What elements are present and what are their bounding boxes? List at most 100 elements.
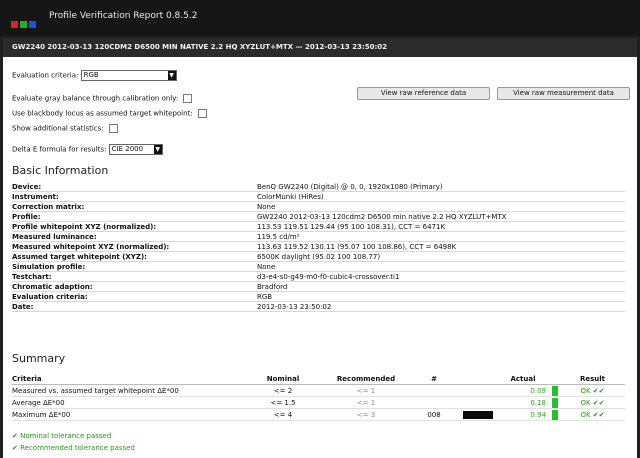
summary-row: Measured vs. assumed target whitepoint Δ…	[12, 384, 625, 397]
info-value: RGB	[257, 291, 625, 302]
gray-balance-checkbox[interactable]	[183, 94, 193, 103]
view-measurement-button[interactable]: View raw measurement data	[497, 87, 630, 100]
evaluation-criteria-value: RGB	[83, 71, 99, 79]
col-nominal: Nominal	[242, 373, 324, 385]
col-recommended: Recommended	[324, 373, 408, 385]
col-actual: Actual	[496, 373, 550, 385]
title-bar: Profile Verification Report 0.8.5.2	[0, 0, 640, 36]
criteria-cell: Average ΔE*00	[12, 396, 242, 409]
col-bar	[550, 373, 560, 385]
app-title: Profile Verification Report 0.8.5.2	[49, 11, 198, 21]
nominal-cell: <= 1.5	[242, 396, 324, 409]
bar-cell	[550, 384, 560, 397]
info-key: Profile:	[12, 211, 257, 222]
bar-cell	[550, 396, 560, 409]
result-cell: OK ✔✔	[560, 408, 625, 421]
col-number: #	[408, 373, 460, 385]
number-cell: 008	[408, 408, 460, 421]
info-row: Chromatic adaption: Bradford	[12, 281, 625, 292]
swatch-cell	[460, 396, 496, 409]
info-row: Device: BenQ GW2240 (Digital) @ 0, 0, 192…	[12, 182, 625, 192]
additional-stats-checkbox[interactable]	[108, 124, 118, 133]
info-row: Profile whitepoint XYZ (normalized): 113.…	[12, 221, 625, 232]
info-row: Measured whitepoint XYZ (normalized): 113…	[12, 241, 625, 252]
info-row: Correction matrix: None	[12, 201, 625, 212]
info-value: d3-e4-s0-g49-m0-f0-cubic4-crossover.ti1	[257, 271, 625, 282]
swatch-cell	[460, 408, 496, 421]
dropdown-arrow-icon: ▼	[167, 71, 176, 80]
number-cell	[408, 396, 460, 409]
evaluation-criteria-label: Evaluation criteria:	[12, 71, 79, 80]
info-row: Testchart: d3-e4-s0-g49-m0-f0-cubic4-cros…	[12, 271, 625, 282]
number-cell	[408, 384, 460, 397]
info-row: Assumed target whitepoint (XYZ): 6500K da…	[12, 251, 625, 262]
gray-balance-label: Evaluate gray balance through calibratio…	[12, 94, 179, 103]
blackbody-checkbox[interactable]	[197, 109, 207, 118]
recommended-cell: <= 1	[324, 384, 408, 397]
delta-e-label: Delta E formula for results:	[12, 145, 107, 154]
result-bar	[552, 397, 558, 408]
evaluation-criteria-select[interactable]: RGB ▼	[80, 70, 177, 81]
blackbody-label: Use blackbody locus as assumed target wh…	[12, 109, 193, 118]
info-key: Measured luminance:	[12, 231, 257, 242]
swatch-cell	[460, 384, 496, 397]
controls-area: Evaluation criteria: RGB ▼ View raw refe…	[3, 57, 637, 167]
summary-row: Average ΔE*00 <= 1.5 <= 1 0.18 OK ✔✔	[12, 396, 625, 409]
basic-info-heading: Basic Information	[12, 164, 109, 177]
info-key: Testchart:	[12, 271, 257, 282]
info-row: Profile: GW2240 2012-03-13 120cdm2 D6500 …	[12, 211, 625, 222]
info-value: GW2240 2012-03-13 120cdm2 D6500 min nati…	[257, 211, 625, 222]
info-value: 6500K daylight (95.02 100 108.77)	[257, 251, 625, 262]
info-key: Simulation profile:	[12, 261, 257, 272]
bar-cell	[550, 408, 560, 421]
recommended-passed-note: ✔ Recommended tolerance passed	[12, 444, 135, 452]
info-value: BenQ GW2240 (Digital) @ 0, 0, 1920x1080 …	[257, 182, 625, 192]
additional-stats-label: Show additional statistics:	[12, 124, 104, 133]
info-key: Evaluation criteria:	[12, 291, 257, 302]
info-value: None	[257, 261, 625, 272]
actual-cell: 0.94	[496, 408, 550, 421]
col-criteria: Criteria	[12, 373, 242, 385]
info-key: Measured whitepoint XYZ (normalized):	[12, 241, 257, 252]
basic-info-table: Device: BenQ GW2240 (Digital) @ 0, 0, 192…	[12, 182, 625, 312]
additional-stats-row: Show additional statistics:	[12, 124, 118, 133]
delta-e-select[interactable]: CIE 2000 ▼	[108, 144, 163, 155]
actual-cell: 0.09	[496, 384, 550, 397]
nominal-cell: <= 2	[242, 384, 324, 397]
info-key: Profile whitepoint XYZ (normalized):	[12, 221, 257, 232]
delta-e-row: Delta E formula for results: CIE 2000 ▼	[12, 144, 163, 155]
delta-e-value: CIE 2000	[111, 145, 144, 153]
summary-row: Maximum ΔE*00 <= 4 <= 3 008 0.94 OK ✔✔	[12, 408, 625, 421]
recommended-cell: <= 1	[324, 396, 408, 409]
result-bar	[552, 409, 558, 420]
summary-header-row: Criteria Nominal Recommended # Actual Re…	[12, 373, 625, 385]
col-result: Result	[560, 373, 625, 385]
info-value: None	[257, 201, 625, 212]
info-row: Measured luminance: 119.5 cd/m²	[12, 231, 625, 242]
dropdown-arrow-icon: ▼	[153, 145, 162, 154]
result-cell: OK ✔✔	[560, 384, 625, 397]
info-key: Instrument:	[12, 191, 257, 202]
info-key: Date:	[12, 301, 257, 312]
info-row: Simulation profile: None	[12, 261, 625, 272]
actual-cell: 0.18	[496, 396, 550, 409]
color-swatch	[463, 410, 493, 419]
nominal-passed-note: ✔ Nominal tolerance passed	[12, 432, 112, 440]
result-cell: OK ✔✔	[560, 396, 625, 409]
report-panel: GW2240 2012-03-13 120CDM2 D6500 MIN NATI…	[3, 38, 637, 458]
info-value: 2012-03-13 23:50:02	[257, 301, 625, 312]
info-value: ColorMunki (HiRes)	[257, 191, 625, 202]
app-logo-icon	[11, 13, 38, 28]
info-value: 119.5 cd/m²	[257, 231, 625, 242]
info-row: Instrument: ColorMunki (HiRes)	[12, 191, 625, 202]
criteria-cell: Measured vs. assumed target whitepoint Δ…	[12, 384, 242, 397]
view-reference-button[interactable]: View raw reference data	[357, 87, 490, 100]
info-row: Evaluation criteria: RGB	[12, 291, 625, 302]
summary-table: Criteria Nominal Recommended # Actual Re…	[12, 373, 625, 421]
evaluation-criteria-row: Evaluation criteria: RGB ▼	[12, 70, 177, 81]
info-value: 113.53 119.51 129.44 (95 100 108.31), CC…	[257, 221, 625, 232]
info-key: Device:	[12, 182, 257, 192]
nominal-cell: <= 4	[242, 408, 324, 421]
col-swatch	[460, 373, 496, 385]
info-key: Correction matrix:	[12, 201, 257, 212]
